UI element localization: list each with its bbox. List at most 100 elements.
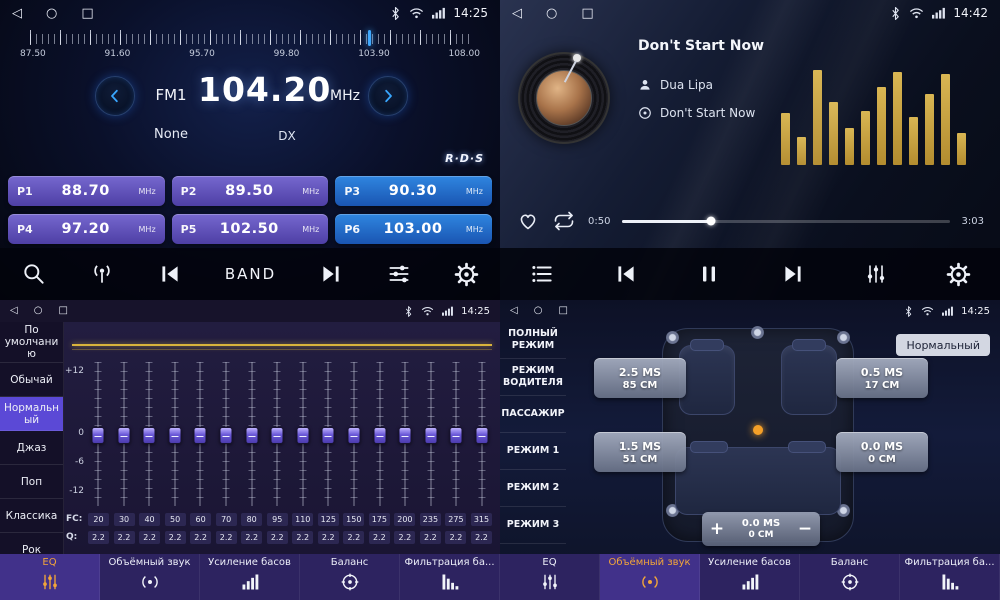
rear-right-delay-button[interactable]: 0.0 MS 0 CM [836, 432, 928, 472]
eq-preset-item[interactable]: Поп [0, 465, 63, 499]
slider-knob[interactable] [322, 427, 335, 444]
eq-band-slider[interactable] [139, 358, 159, 510]
recents-icon[interactable]: □ [58, 306, 67, 316]
eq-band-slider[interactable] [446, 358, 466, 510]
surround-mode-item[interactable]: РЕЖИМ 2 [500, 470, 566, 507]
eq-band-slider[interactable] [421, 358, 441, 510]
slider-knob[interactable] [347, 427, 360, 444]
previous-station-button[interactable] [153, 257, 187, 291]
tab-balance[interactable]: Баланс [300, 554, 400, 600]
slider-knob[interactable] [92, 427, 105, 444]
band-button[interactable]: BAND [221, 261, 280, 287]
preset-button-p3[interactable]: P390.30MHz [335, 176, 492, 206]
preset-button-p1[interactable]: P188.70MHz [8, 176, 165, 206]
audio-settings-button[interactable] [382, 257, 416, 291]
eq-preset-item[interactable]: Рок [0, 533, 63, 554]
back-icon[interactable]: ◁ [512, 7, 522, 20]
decrease-delay-button[interactable]: − [790, 512, 820, 546]
home-icon[interactable]: ○ [546, 7, 557, 20]
eq-preset-item[interactable]: Джаз [0, 431, 63, 465]
increase-delay-button[interactable]: + [702, 512, 732, 546]
tab-bass-boost[interactable]: Усиление басов [200, 554, 300, 600]
tab-filter[interactable]: Фильтрация ба... [900, 554, 1000, 600]
favorite-button[interactable] [516, 209, 540, 233]
eq-band-slider[interactable] [114, 358, 134, 510]
slider-knob[interactable] [117, 427, 130, 444]
home-icon[interactable]: ○ [46, 7, 57, 20]
surround-mode-item[interactable]: РЕЖИМ 1 [500, 433, 566, 470]
settings-button[interactable] [942, 258, 975, 291]
back-icon[interactable]: ◁ [10, 306, 18, 316]
slider-knob[interactable] [399, 427, 412, 444]
eq-preset-item[interactable]: Классика [0, 499, 63, 533]
surround-mode-item[interactable]: РЕЖИМ 3 [500, 507, 566, 544]
eq-band-slider[interactable] [472, 358, 492, 510]
home-icon[interactable]: ○ [534, 306, 543, 316]
eq-preset-item[interactable]: Обычай [0, 363, 63, 397]
next-station-button[interactable] [314, 257, 348, 291]
seek-bar[interactable] [622, 220, 949, 223]
eq-band-slider[interactable] [242, 358, 262, 510]
tune-down-button[interactable] [95, 76, 135, 116]
preset-button-p6[interactable]: P6103.00MHz [335, 214, 492, 244]
preset-button-p2[interactable]: P289.50MHz [172, 176, 329, 206]
slider-knob[interactable] [143, 427, 156, 444]
tab-filter[interactable]: Фильтрация ба... [400, 554, 500, 600]
eq-band-slider[interactable] [318, 358, 338, 510]
eq-preset-item[interactable]: Нормальный [0, 397, 63, 431]
slider-knob[interactable] [271, 427, 284, 444]
eq-preset-item[interactable]: По умолчанию [0, 322, 63, 363]
settings-button[interactable] [450, 258, 483, 291]
eq-band-slider[interactable] [344, 358, 364, 510]
tab-bass-boost[interactable]: Усиление басов [700, 554, 800, 600]
equalizer-button[interactable] [860, 258, 892, 290]
playlist-button[interactable] [525, 257, 559, 291]
slider-knob[interactable] [194, 427, 207, 444]
preset-button-p4[interactable]: P497.20MHz [8, 214, 165, 244]
eq-band-slider[interactable] [190, 358, 210, 510]
surround-mode-item[interactable]: ПОЛНЫЙ РЕЖИМ [500, 322, 566, 359]
frequency-scale[interactable]: 87.5091.6095.7099.80103.90108.00 [14, 30, 486, 64]
slider-knob[interactable] [168, 427, 181, 444]
front-right-delay-button[interactable]: 0.5 MS 17 CM [836, 358, 928, 398]
tab-surround-sound[interactable]: Объёмный звук [600, 554, 700, 600]
back-icon[interactable]: ◁ [12, 7, 22, 20]
eq-band-slider[interactable] [293, 358, 313, 510]
tab-eq-sliders[interactable]: EQ [500, 554, 600, 600]
sound-profile-button[interactable]: Нормальный [896, 334, 990, 356]
slider-knob[interactable] [450, 427, 463, 444]
eq-band-slider[interactable] [216, 358, 236, 510]
rear-left-delay-button[interactable]: 1.5 MS 51 CM [594, 432, 686, 472]
eq-band-slider[interactable] [165, 358, 185, 510]
tune-up-button[interactable] [368, 76, 408, 116]
tab-balance[interactable]: Баланс [800, 554, 900, 600]
previous-track-button[interactable] [609, 257, 643, 291]
surround-mode-item[interactable]: ПАССАЖИР [500, 396, 566, 433]
next-track-button[interactable] [776, 257, 810, 291]
tab-eq-sliders[interactable]: EQ [0, 554, 100, 600]
search-button[interactable] [17, 257, 51, 291]
slider-knob[interactable] [245, 427, 258, 444]
slider-knob[interactable] [424, 427, 437, 444]
recents-icon[interactable]: □ [558, 306, 567, 316]
slider-knob[interactable] [296, 427, 309, 444]
eq-band-slider[interactable] [88, 358, 108, 510]
front-left-delay-button[interactable]: 2.5 MS 85 CM [594, 358, 686, 398]
slider-knob[interactable] [219, 427, 232, 444]
eq-band-slider[interactable] [370, 358, 390, 510]
preset-button-p5[interactable]: P5102.50MHz [172, 214, 329, 244]
recents-icon[interactable]: □ [81, 7, 93, 20]
home-icon[interactable]: ○ [34, 306, 43, 316]
pause-button[interactable] [693, 258, 725, 290]
recents-icon[interactable]: □ [581, 7, 593, 20]
eq-band-slider[interactable] [395, 358, 415, 510]
repeat-button[interactable] [552, 209, 576, 233]
eq-band-slider[interactable] [267, 358, 287, 510]
slider-knob[interactable] [373, 427, 386, 444]
slider-knob[interactable] [475, 427, 488, 444]
seek-bar-knob[interactable] [706, 217, 715, 226]
tab-surround-sound[interactable]: Объёмный звук [100, 554, 200, 600]
auto-scan-button[interactable] [85, 257, 119, 291]
back-icon[interactable]: ◁ [510, 306, 518, 316]
surround-mode-item[interactable]: РЕЖИМ ВОДИТЕЛЯ [500, 359, 566, 396]
